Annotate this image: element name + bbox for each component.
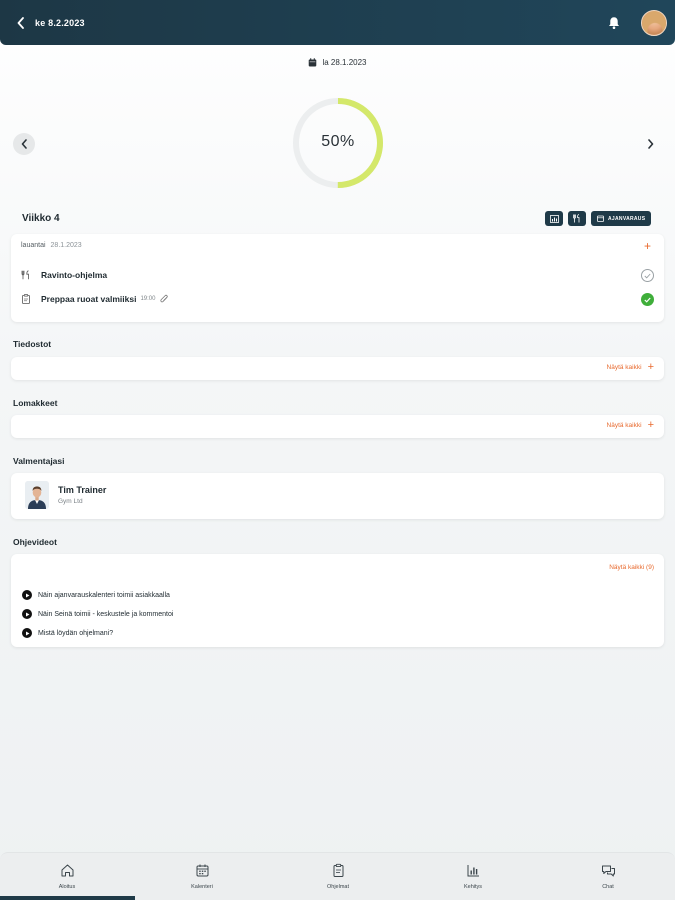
booking-button[interactable]: AJANVARAUS (591, 211, 652, 226)
tab-label: Aloitus (58, 884, 76, 890)
current-date: la 28.1.2023 (322, 58, 367, 67)
calendar-icon (597, 215, 604, 222)
check-icon (644, 273, 651, 278)
forms-show-all-label: Näytä kaikki (606, 422, 642, 429)
calendar-icon (196, 864, 208, 877)
booking-label: AJANVARAUS (608, 215, 646, 222)
task-time: 19:00 (140, 296, 156, 302)
forms-show-all-button[interactable]: Näytä kaikki + (606, 419, 654, 431)
tab-label: Kalenteri (191, 884, 213, 890)
calendar-icon (309, 58, 317, 67)
home-icon (61, 864, 73, 877)
active-tab-indicator (0, 896, 135, 900)
video-item[interactable]: Mistä löydän ohjelmani? (22, 628, 113, 638)
bar-chart-icon (549, 214, 559, 223)
task-item[interactable]: Ravinto-ohjelma (21, 270, 107, 280)
tab-home[interactable]: Aloitus (22, 863, 112, 890)
day-card: lauantai 28.1.2023 + Ravinto-ohjelma Prep… (11, 234, 664, 322)
day-date: 28.1.2023 (50, 242, 82, 249)
top-app-bar: ke 8.2.2023 (0, 0, 675, 45)
week-actions: AJANVARAUS (545, 211, 652, 226)
plus-icon: + (647, 361, 654, 373)
bottom-navigation: Aloitus Kalenteri Ohjelmat Kehitys Chat (0, 852, 675, 900)
videos-card: Näytä kaikki (9) Näin ajanvarauskalenter… (11, 554, 664, 647)
chevron-left-icon (17, 16, 24, 29)
video-title: Näin Seinä toimii - keskustele ja kommen… (38, 610, 174, 618)
forms-title: Lomakkeet (13, 398, 58, 408)
bar-chart-icon (467, 865, 479, 877)
videos-show-all-button[interactable]: Näytä kaikki (9) (609, 564, 654, 571)
video-item[interactable]: Näin ajanvarauskalenteri toimii asiakkaa… (22, 590, 170, 600)
tab-label: Ohjelmat (326, 884, 349, 890)
files-title: Tiedostot (13, 339, 52, 349)
coach-title: Valmentajasi (13, 456, 65, 466)
plus-icon: + (647, 419, 654, 431)
cutlery-icon (573, 214, 580, 223)
task-label: Preppaa ruoat valmiiksi (41, 294, 137, 304)
day-weekday: lauantai (21, 242, 46, 249)
next-day-button[interactable] (643, 136, 657, 152)
videos-show-all-label: Näytä kaikki (9) (609, 564, 654, 571)
clipboard-icon (22, 294, 30, 304)
cutlery-icon (21, 270, 29, 280)
play-icon (22, 628, 32, 638)
task-checkbox-done[interactable] (641, 293, 654, 306)
play-icon (22, 590, 32, 600)
day-heading: lauantai 28.1.2023 (21, 242, 82, 249)
paperclip-icon (160, 294, 169, 303)
tab-progress[interactable]: Kehitys (428, 863, 518, 890)
tab-label: Chat (602, 884, 614, 890)
files-card: Näytä kaikki + (11, 357, 664, 380)
clipboard-icon (333, 863, 343, 877)
coach-name: Tim Trainer (58, 485, 107, 495)
current-date-row: la 28.1.2023 (0, 58, 675, 67)
notifications-button[interactable] (606, 15, 622, 31)
task-label: Ravinto-ohjelma (41, 270, 108, 280)
forms-card: Näytä kaikki + (11, 415, 664, 438)
video-item[interactable]: Näin Seinä toimii - keskustele ja kommen… (22, 609, 173, 619)
add-task-button[interactable]: + (644, 240, 651, 252)
tab-label: Kehitys (463, 884, 483, 890)
files-show-all-label: Näytä kaikki (606, 364, 642, 371)
bell-icon (609, 17, 619, 29)
videos-title: Ohjevideot (13, 537, 57, 547)
tab-programs[interactable]: Ohjelmat (293, 863, 383, 890)
coach-card[interactable]: Tim Trainer Gym Ltd (11, 473, 664, 519)
task-checkbox[interactable] (641, 269, 654, 282)
video-title: Mistä löydän ohjelmani? (38, 629, 114, 637)
chevron-left-icon (21, 139, 27, 149)
header-title: ke 8.2.2023 (35, 17, 85, 28)
stats-button[interactable] (545, 211, 563, 226)
previous-day-button[interactable] (13, 133, 35, 155)
back-button[interactable] (14, 16, 28, 29)
tab-chat[interactable]: Chat (563, 863, 653, 890)
video-title: Näin ajanvarauskalenteri toimii asiakkaa… (38, 591, 170, 599)
chat-icon (601, 865, 615, 877)
tab-calendar[interactable]: Kalenteri (157, 863, 247, 890)
files-show-all-button[interactable]: Näytä kaikki + (606, 361, 654, 373)
user-avatar[interactable] (641, 10, 667, 36)
coach-photo (25, 481, 49, 509)
play-icon (22, 609, 32, 619)
task-item[interactable]: Preppaa ruoat valmiiksi 19:00 (21, 294, 169, 304)
chevron-right-icon (647, 139, 653, 149)
check-icon (644, 297, 651, 303)
nutrition-button[interactable] (568, 211, 586, 226)
week-label: Viikko 4 (22, 213, 60, 224)
progress-percentage: 50% (321, 133, 355, 150)
coach-organization: Gym Ltd (58, 498, 83, 505)
